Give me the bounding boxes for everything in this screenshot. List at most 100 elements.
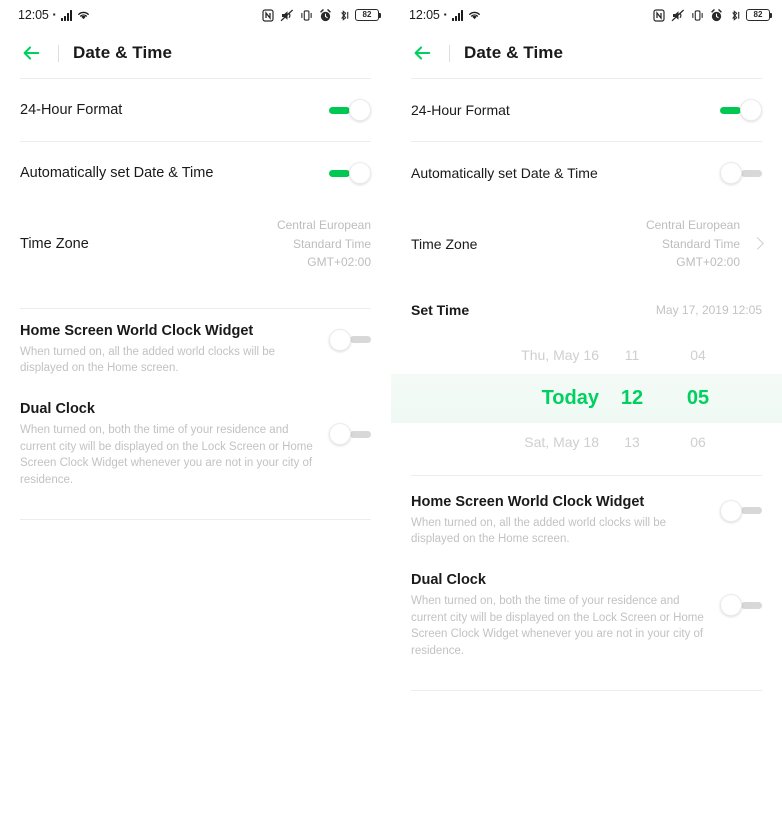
datetime-picker[interactable]: Thu, May 16 11 04 Today 12 05 Sat, May 1… [391,328,782,475]
vibrate-icon [301,9,312,21]
toggle-dual-clock[interactable] [720,594,762,617]
nfc-icon [262,8,274,22]
picker-date-selected: Today [541,386,599,409]
signal-dot-icon: ▪ [443,10,447,19]
row-world-clock-widget[interactable]: Home Screen World Clock Widget When turn… [391,476,782,564]
row-description: When turned on, all the added world cloc… [411,516,667,546]
row-world-clock-widget[interactable]: Home Screen World Clock Widget When turn… [0,309,391,393]
row-label: Time Zone [20,235,89,252]
toggle-knob [740,99,762,121]
picker-row-selected[interactable]: Today 12 05 [391,374,782,423]
vibrate-icon [692,9,703,21]
toggle-24-hour-format[interactable] [329,99,371,121]
signal-bars-icon [451,9,463,21]
row-text-block: Home Screen World Clock Widget When turn… [20,323,320,377]
row-dual-clock[interactable]: Dual Clock When turned on, both the time… [391,564,782,676]
status-bar-left: 12:05 ▪ 82 [0,0,391,30]
picker-hour-previous: 11 [624,346,640,363]
bluetooth-icon [732,9,740,21]
toggle-track [350,430,371,438]
time-zone-line-3: GMT+02:00 [307,255,371,270]
row-description: When turned on, all the added world cloc… [20,345,276,375]
toggle-auto-datetime[interactable] [720,162,762,184]
toggle-track [741,169,762,177]
time-zone-line-3: GMT+02:00 [676,255,740,270]
battery-level: 82 [753,10,763,19]
mute-icon [280,9,294,21]
picker-hour-next: 13 [624,433,640,450]
picker-row-previous[interactable]: Thu, May 16 11 04 [391,336,782,374]
row-time-zone[interactable]: Time Zone Central European Standard Time… [391,204,782,286]
battery-icon: 82 [746,9,772,21]
toggle-24-hour-format[interactable] [720,99,762,121]
divider [20,518,371,520]
time-zone-line-2: Standard Time [292,236,371,251]
toggle-track [329,106,350,114]
chevron-right-icon [751,237,764,251]
row-label: Home Screen World Clock Widget [20,322,254,339]
toggle-knob [349,99,371,121]
toggle-track [741,601,762,609]
battery-level: 82 [362,10,372,19]
row-auto-datetime[interactable]: Automatically set Date & Time [0,142,391,204]
nfc-icon [653,8,665,22]
row-label: 24-Hour Format [20,102,123,118]
status-clock: 12:05 [18,8,49,22]
row-auto-datetime[interactable]: Automatically set Date & Time [391,142,782,204]
picker-rows: Thu, May 16 11 04 Today 12 05 Sat, May 1… [391,336,782,461]
row-text-block: Home Screen World Clock Widget When turn… [411,494,711,548]
row-description: When turned on, both the time of your re… [20,424,313,487]
status-bar-left-group: 12:05 ▪ [18,8,91,22]
toggle-track [720,106,741,114]
screen-right: 12:05 ▪ 82 Date & Time 24-Hour Format Au… [391,0,782,837]
toggle-knob [329,423,351,446]
status-bar-right-group: 82 [262,8,381,22]
row-text-block: Dual Clock When turned on, both the time… [411,572,711,660]
signal-bars-icon [60,9,72,21]
row-dual-clock[interactable]: Dual Clock When turned on, both the time… [0,393,391,505]
toggle-world-clock-widget[interactable] [329,328,371,351]
time-zone-line-1: Central European [276,218,371,232]
row-label: Time Zone [411,235,478,252]
picker-minute-next: 06 [690,433,706,450]
toggle-track [329,169,350,177]
app-bar-right: Date & Time [391,30,782,78]
status-bar-right: 12:05 ▪ 82 [391,0,782,30]
toggle-knob [720,162,742,184]
time-zone-line-2: Standard Time [661,236,740,251]
toggle-world-clock-widget[interactable] [720,499,762,522]
toggle-track [350,336,371,344]
picker-row-next[interactable]: Sat, May 18 13 06 [391,423,782,461]
page-title: Date & Time [73,43,173,62]
row-label: Dual Clock [20,401,95,418]
picker-date-previous: Thu, May 16 [521,346,599,363]
picker-minute-previous: 04 [690,346,706,363]
wifi-icon [468,11,480,20]
bluetooth-icon [341,9,349,21]
time-zone-value-group: Central European Standard Time GMT+02:00 [646,216,764,272]
back-arrow-icon[interactable] [411,42,433,64]
time-zone-value: Central European Standard Time GMT+02:00 [277,216,371,272]
back-arrow-icon[interactable] [20,42,42,64]
time-zone-line-1: Central European [645,218,740,232]
time-zone-value: Central European Standard Time GMT+02:00 [646,216,740,272]
alarm-icon [320,8,331,21]
app-bar-divider [449,44,450,62]
toggle-dual-clock[interactable] [329,423,371,446]
toggle-knob [349,162,371,184]
row-label: Set Time [411,301,470,318]
row-set-time[interactable]: Set Time May 17, 2019 12:05 [391,286,782,328]
page-title: Date & Time [464,43,564,62]
app-bar-left: Date & Time [0,30,391,78]
row-24-hour-format[interactable]: 24-Hour Format [0,79,391,141]
dual-screenshot-container: 12:05 ▪ 82 Date & Time 24-Hour Format Au… [0,0,782,837]
picker-date-next: Sat, May 18 [524,433,599,450]
row-24-hour-format[interactable]: 24-Hour Format [391,79,782,141]
toggle-knob [720,594,742,617]
toggle-auto-datetime[interactable] [329,162,371,184]
row-label: Home Screen World Clock Widget [411,493,645,510]
divider [411,689,762,691]
alarm-icon [711,8,722,21]
row-time-zone[interactable]: Time Zone Central European Standard Time… [0,204,391,286]
row-label: 24-Hour Format [411,102,510,118]
